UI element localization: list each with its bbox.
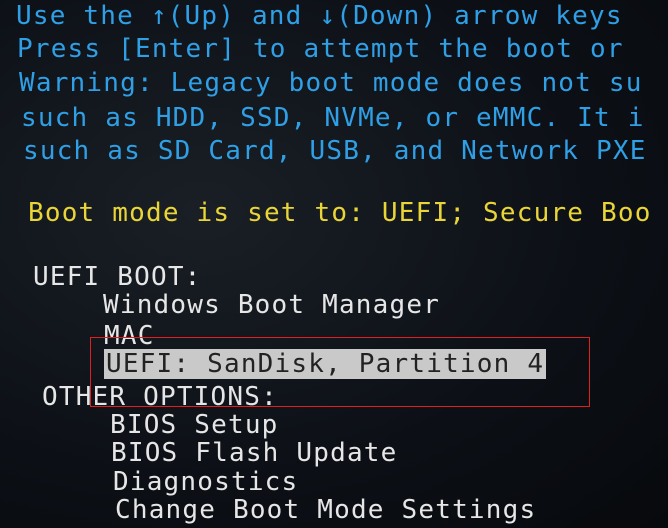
instruction-line: Use the ↑(Up) and ↓(Down) arrow keys <box>16 1 623 31</box>
instruction-line: such as SD Card, USB, and Network PXE <box>23 136 647 166</box>
instruction-line: Warning: Legacy boot mode does not su <box>19 68 643 98</box>
uefi-boot-heading: UEFI BOOT: <box>33 262 202 292</box>
instruction-line: such as HDD, SSD, NVMe, or eMMC. It i <box>21 103 645 133</box>
boot-item-windows-boot-manager[interactable]: Windows Boot Manager <box>103 290 440 320</box>
annotation-highlight-box <box>90 337 590 407</box>
option-change-boot-mode-settings[interactable]: Change Boot Mode Settings <box>115 495 536 525</box>
boot-mode-status: Boot mode is set to: UEFI; Secure Boo <box>28 198 652 228</box>
bios-boot-menu-screen: Use the ↑(Up) and ↓(Down) arrow keys Pre… <box>0 0 668 528</box>
instruction-line: Press [Enter] to attempt the boot or <box>17 34 624 64</box>
option-bios-setup[interactable]: BIOS Setup <box>110 410 279 440</box>
option-diagnostics[interactable]: Diagnostics <box>113 467 298 497</box>
option-bios-flash-update[interactable]: BIOS Flash Update <box>111 438 398 468</box>
